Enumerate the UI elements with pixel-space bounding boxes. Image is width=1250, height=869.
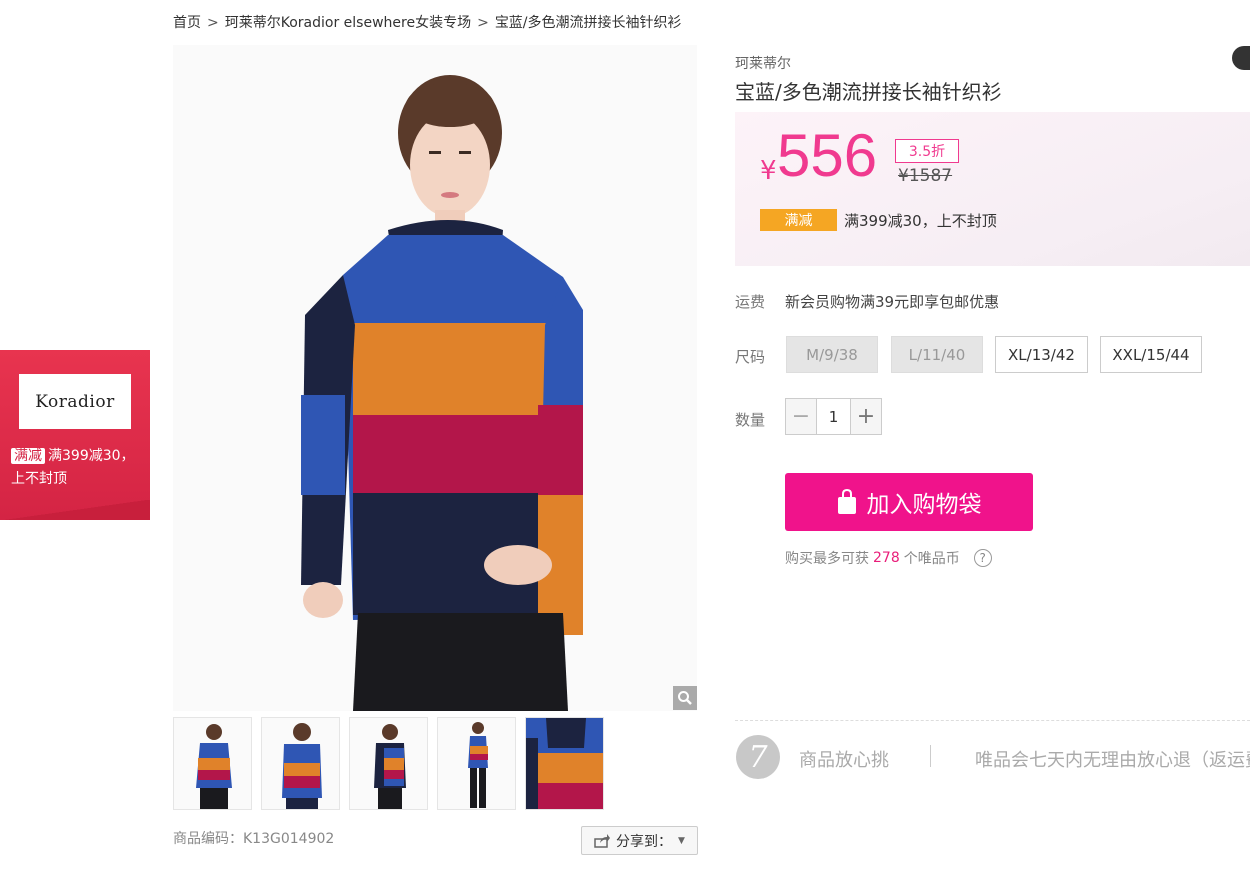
thumbnail-4[interactable] — [437, 717, 516, 810]
assurance-separator — [930, 745, 931, 767]
coin-suffix: 个唯品币 — [903, 551, 960, 567]
breadcrumb: 首页 > 珂莱蒂尔Koradior elsewhere女装专场 > 宝蓝/多色潮流拼接长… — [173, 12, 688, 32]
coin-count: 278 — [873, 550, 900, 566]
sale-price: 556 — [777, 122, 878, 189]
quantity-input[interactable]: 1 — [817, 399, 850, 434]
magnifier-icon — [678, 691, 692, 705]
brand-float-decoration — [0, 500, 150, 520]
assurance-title: 商品放心挑 — [799, 750, 889, 771]
size-option-m[interactable]: M/9/38 — [786, 336, 878, 373]
product-main-image[interactable] — [173, 45, 697, 711]
promo-text: 满399减30，上不封顶 — [844, 212, 997, 230]
thumbnail-strip — [173, 717, 604, 810]
share-icon — [594, 833, 611, 848]
brand-float-tag: 满减 — [11, 448, 45, 464]
brand-float-panel[interactable]: Koradior 满减 满399减30，上不封顶 — [0, 350, 150, 520]
breadcrumb-home[interactable]: 首页 — [173, 15, 201, 31]
breadcrumb-store[interactable]: 珂莱蒂尔Koradior elsewhere女装专场 — [225, 15, 471, 31]
size-option-xl[interactable]: XL/13/42 — [995, 336, 1088, 373]
discount-badge: 3.5折 — [895, 139, 959, 163]
share-label: 分享到： — [616, 833, 673, 850]
price-box: ¥ 556 3.5折 ¥1587 满减 满399减30，上不封顶 — [735, 112, 1250, 266]
thumbnail-3[interactable] — [349, 717, 428, 810]
coin-prefix: 购买最多可获 — [785, 551, 869, 567]
shopping-bag-icon — [837, 489, 856, 514]
brand-logo[interactable]: Koradior — [19, 374, 131, 429]
quantity-plus-button[interactable]: + — [850, 399, 881, 434]
size-option-xxl[interactable]: XXL/15/44 — [1100, 336, 1202, 373]
coin-info: 购买最多可获 278 个唯品币 ? — [785, 548, 992, 568]
share-button[interactable]: 分享到： ▼ — [581, 826, 698, 855]
shipping-label: 运费 — [735, 293, 766, 311]
product-title: 宝蓝/多色潮流拼接长袖针织衫 — [735, 80, 1002, 104]
assurance-text: 唯品会七天内无理由放心退（返运费 — [975, 750, 1250, 771]
thumbnail-1[interactable] — [173, 717, 252, 810]
promo-tag: 满减 — [760, 209, 837, 231]
add-to-cart-label: 加入购物袋 — [866, 492, 982, 518]
breadcrumb-current: 宝蓝/多色潮流拼接长袖针织衫 — [494, 15, 682, 31]
brand-name[interactable]: 珂莱蒂尔 — [735, 53, 791, 73]
thumbnail-5[interactable] — [525, 717, 604, 810]
chevron-down-icon: ▼ — [678, 835, 685, 846]
divider — [735, 720, 1250, 721]
zoom-button[interactable] — [673, 686, 697, 710]
add-to-cart-button[interactable]: 加入购物袋 — [785, 473, 1033, 531]
original-price: ¥1587 — [898, 166, 953, 186]
quantity-label: 数量 — [735, 411, 766, 429]
product-photo — [173, 45, 697, 711]
shipping-text: 新会员购物满39元即享包邮优惠 — [785, 293, 1000, 311]
seven-day-return-icon: 7 — [736, 735, 780, 779]
currency-symbol: ¥ — [760, 156, 777, 186]
breadcrumb-separator: > — [207, 15, 219, 31]
sku-code: 商品编码：K13G014902 — [173, 831, 335, 847]
corner-pill[interactable] — [1232, 46, 1250, 70]
size-option-l[interactable]: L/11/40 — [891, 336, 983, 373]
breadcrumb-separator: > — [477, 15, 489, 31]
thumbnail-2[interactable] — [261, 717, 340, 810]
help-icon[interactable]: ? — [973, 549, 992, 567]
quantity-stepper: − 1 + — [785, 398, 882, 435]
quantity-minus-button[interactable]: − — [786, 399, 817, 434]
size-label: 尺码 — [735, 348, 766, 366]
brand-float-promo: 满减 满399减30，上不封顶 — [11, 445, 143, 491]
